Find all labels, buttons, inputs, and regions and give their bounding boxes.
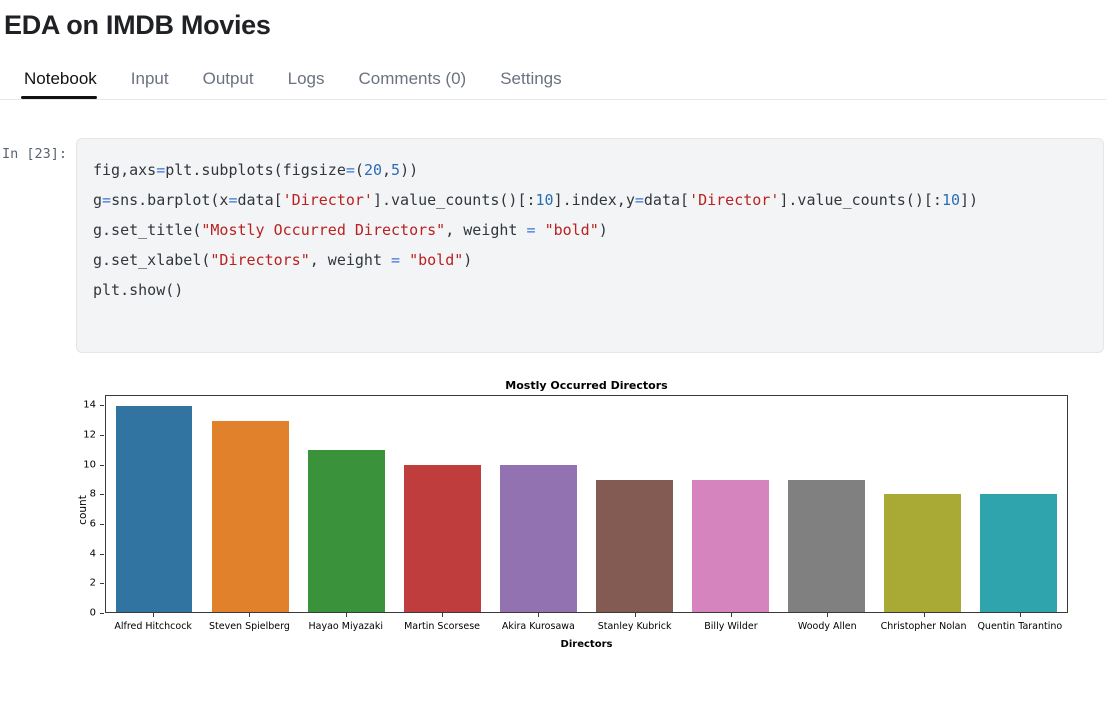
code-source: fig,axs=plt.subplots(figsize=(20,5)) g=s… (93, 161, 979, 299)
chart-bar-slot (779, 396, 875, 612)
chart-x-tick-mark (249, 613, 251, 617)
chart-y-tick-label: 14 (83, 399, 96, 411)
chart-x-tick-label: Christopher Nolan (880, 621, 967, 632)
chart-y-tick-mark (100, 583, 104, 585)
chart-x-tick-label: Billy Wilder (704, 621, 758, 632)
chart-plot-area (105, 395, 1068, 613)
tab-label: Comments (0) (358, 69, 467, 88)
tab-comments[interactable]: Comments (0) (342, 69, 484, 99)
chart-x-tick-label: Woody Allen (797, 621, 857, 632)
chart-y-tick-label: 0 (89, 607, 96, 619)
chart-x-tick-mark (1019, 613, 1021, 617)
chart-bar-slot (971, 396, 1067, 612)
chart-x-tick-label: Alfred Hitchcock (114, 621, 192, 632)
chart-y-tick-label: 2 (89, 577, 96, 589)
chart-bars (106, 396, 1067, 612)
chart-y-tick-mark (100, 553, 104, 555)
chart-bar-slot (490, 396, 586, 612)
cell-execution-prompt: In [23]: (2, 146, 68, 162)
chart-y-tick-mark (100, 435, 104, 437)
tab-notebook[interactable]: Notebook (4, 69, 114, 99)
chart-bar (115, 406, 193, 612)
chart-x-tick-label: Steven Spielberg (208, 621, 290, 632)
chart-x-tick-mark (153, 613, 155, 617)
chart-bar (788, 479, 866, 612)
chart-x-tick-mark (730, 613, 732, 617)
chart-y-tick-mark (100, 405, 104, 407)
tab-output[interactable]: Output (186, 69, 271, 99)
chart-bar (884, 494, 962, 612)
tab-label: Notebook (24, 69, 97, 88)
chart-x-tick-label: Quentin Tarantino (977, 621, 1063, 632)
tab-label: Settings (500, 69, 562, 88)
tab-label: Logs (287, 69, 325, 88)
chart-y-tick-mark (100, 494, 104, 496)
chart-bar (596, 479, 673, 612)
chart-bar (211, 420, 289, 612)
tab-input[interactable]: Input (114, 69, 186, 99)
chart-x-tick-mark (923, 613, 925, 617)
chart-bar-slot (298, 396, 394, 612)
chart-bar (692, 479, 770, 612)
tab-settings[interactable]: Settings (483, 69, 578, 99)
chart-bar (980, 494, 1058, 612)
chart-y-tick-label: 6 (89, 518, 96, 530)
chart-x-tick-label: Stanley Kubrick (597, 621, 672, 632)
chart-y-tick-mark (100, 524, 104, 526)
chart-y-tick-label: 12 (83, 429, 96, 441)
chart-x-tick-mark (634, 613, 636, 617)
chart-bar-slot (106, 396, 202, 612)
chart-x-tick-mark (827, 613, 829, 617)
chart-bar (307, 450, 385, 612)
chart-title: Mostly Occurred Directors (505, 379, 668, 392)
chart-y-tick-mark (100, 464, 104, 466)
tab-logs[interactable]: Logs (271, 69, 342, 99)
tab-label: Output (202, 69, 254, 88)
chart-x-tick-label: Martin Scorsese (404, 621, 480, 632)
chart-x-tick-label: Akira Kurosawa (501, 621, 575, 632)
chart-bar (499, 465, 577, 612)
chart-output: Mostly Occurred Directors count Director… (0, 375, 1106, 665)
chart-x-tick-mark (538, 613, 540, 617)
code-editor[interactable]: fig,axs=plt.subplots(figsize=(20,5)) g=s… (76, 138, 1104, 353)
chart-y-tick-label: 4 (89, 548, 96, 560)
notebook-cell: In [23]: fig,axs=plt.subplots(figsize=(2… (0, 100, 1106, 353)
chart-x-tick-mark (345, 613, 347, 617)
chart-y-tick-label: 10 (83, 459, 96, 471)
chart-bar-slot (586, 396, 682, 612)
chart-x-axis-label: Directors (560, 639, 613, 650)
chart-bar (403, 465, 481, 612)
tabbar: Notebook Input Output Logs Comments (0) … (0, 42, 1106, 100)
tab-label: Input (130, 69, 169, 88)
chart-bar-slot (394, 396, 490, 612)
chart-bar-slot (683, 396, 779, 612)
chart-x-tick-label: Hayao Miyazaki (308, 621, 383, 632)
chart-x-tick-mark (442, 613, 444, 617)
chart-bar-slot (875, 396, 971, 612)
page-title: EDA on IMDB Movies (4, 10, 271, 40)
chart-y-tick-mark (100, 613, 104, 614)
chart-bar-slot (202, 396, 298, 612)
chart-y-tick-label: 8 (89, 488, 96, 500)
